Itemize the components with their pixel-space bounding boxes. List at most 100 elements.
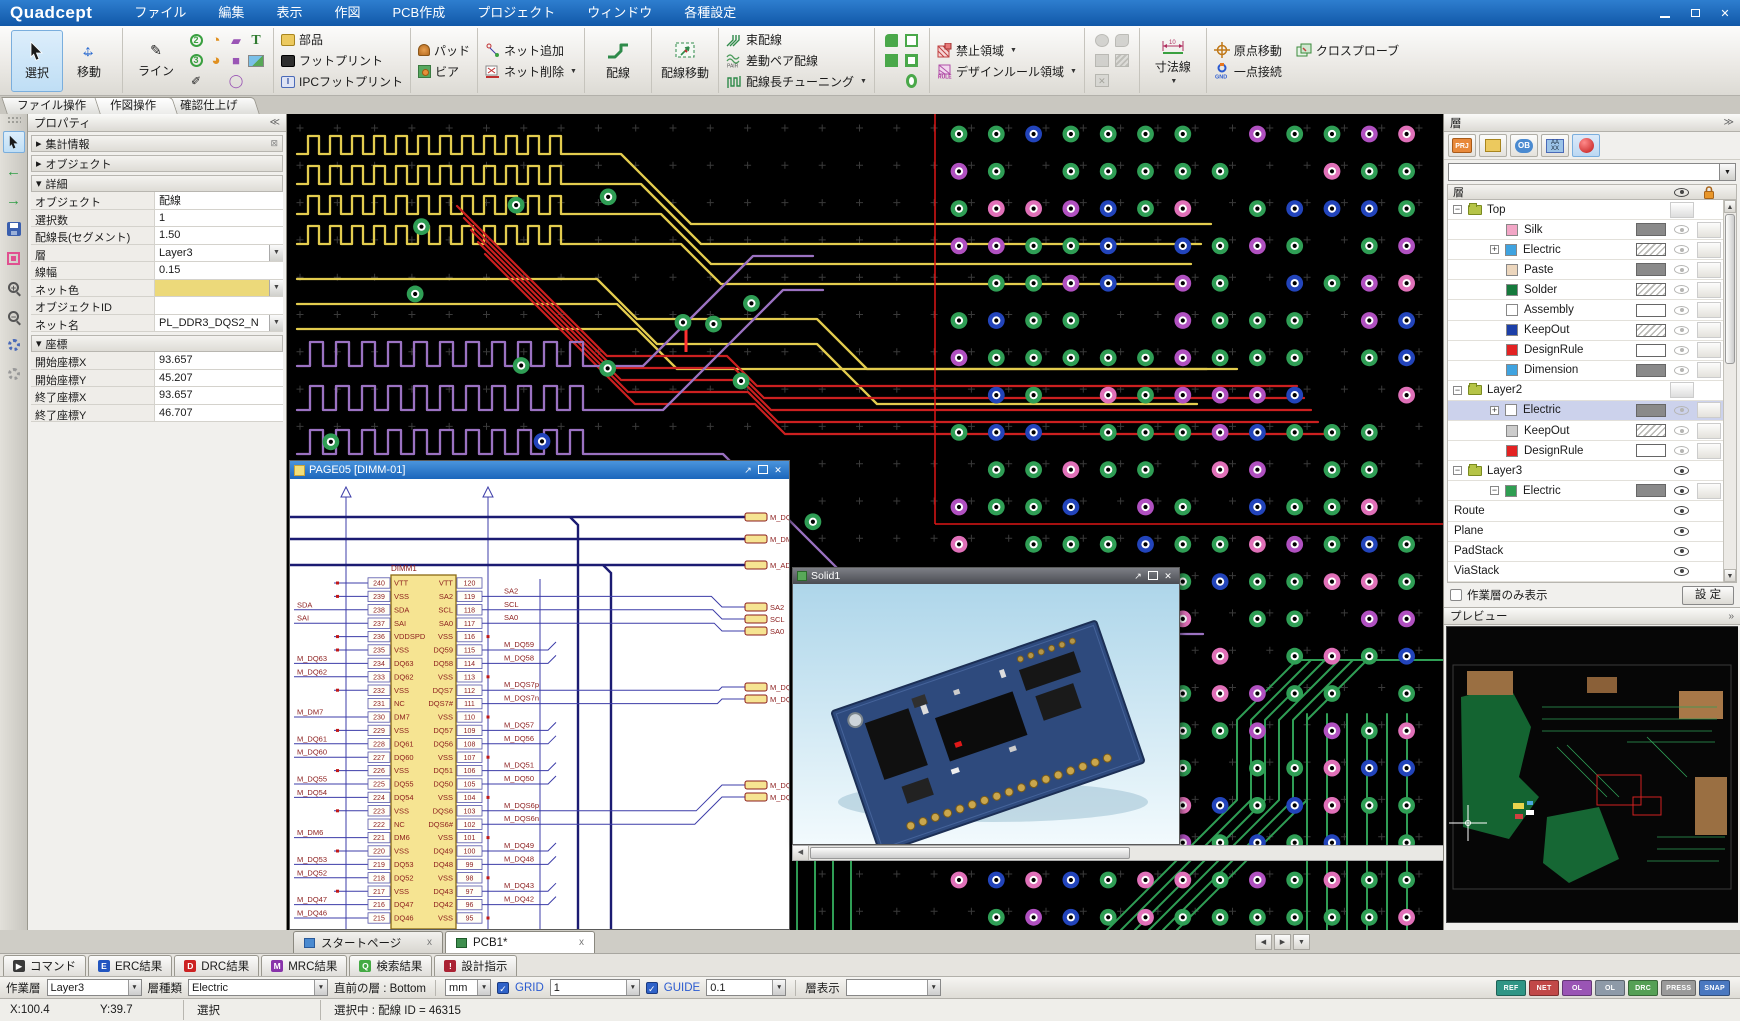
document-tab[interactable]: スタートページ x	[293, 931, 443, 953]
collapse-panel-icon[interactable]: ≪	[270, 117, 280, 128]
visibility-toggle[interactable]	[1668, 342, 1695, 359]
document-tab[interactable]: PCB1* x	[445, 931, 595, 953]
layer-row[interactable]: − Layer3	[1448, 461, 1736, 481]
property-value[interactable]: 0.15	[155, 262, 283, 279]
expander-icon[interactable]: −	[1453, 466, 1462, 475]
maximize-window-icon[interactable]	[1148, 571, 1158, 580]
expander-icon[interactable]: +	[1490, 245, 1499, 254]
filled-poly-icon[interactable]	[885, 34, 898, 47]
layer-row[interactable]: + Electric	[1448, 240, 1736, 260]
visibility-toggle[interactable]	[1668, 523, 1695, 540]
coord-value[interactable]: 46.707	[155, 405, 283, 422]
scroll-up-icon[interactable]: ▲	[1724, 200, 1736, 213]
zoom-in-button[interactable]: +	[3, 276, 25, 298]
expander-icon[interactable]: −	[1453, 205, 1462, 214]
close-tab-icon[interactable]: x	[579, 937, 584, 948]
visibility-toggle[interactable]	[1668, 442, 1695, 459]
keepout-button[interactable]: 禁止領域▼	[937, 40, 1077, 60]
fill-swatch[interactable]	[1636, 223, 1666, 236]
via-button[interactable]: ビア	[418, 61, 470, 81]
circle3-icon[interactable]: 3	[190, 54, 203, 67]
fill-swatch[interactable]	[1636, 484, 1666, 497]
coord-value[interactable]: 93.657	[155, 387, 283, 404]
drag-grip[interactable]	[7, 116, 21, 124]
ribbon-tab[interactable]: 確認仕上げ	[164, 97, 259, 114]
bundle-route-button[interactable]: 束配線	[726, 30, 867, 50]
guide-select[interactable]: 0.1▼	[706, 979, 786, 996]
output-tab[interactable]: Q 検索結果	[349, 955, 432, 976]
fill-swatch[interactable]	[1636, 243, 1666, 256]
lock-cell[interactable]	[1695, 262, 1722, 278]
visibility-toggle[interactable]	[1668, 563, 1695, 580]
maximize-window-icon[interactable]	[758, 465, 768, 474]
section-detail[interactable]: ▾ 詳細	[31, 175, 283, 192]
layer-row[interactable]: PadStack	[1448, 542, 1736, 562]
work-layer-only-checkbox[interactable]	[1450, 589, 1462, 601]
text-tool-icon[interactable]: T	[251, 33, 260, 49]
diff-pair-button[interactable]: PAIR 差動ペア配線	[726, 51, 867, 71]
fill-swatch[interactable]	[1636, 304, 1666, 317]
layer-row[interactable]: Paste	[1448, 260, 1736, 280]
coord-value[interactable]: 93.657	[155, 352, 283, 369]
layer-row[interactable]: Solder	[1448, 280, 1736, 300]
layer-row[interactable]: KeepOut	[1448, 321, 1736, 341]
output-tab[interactable]: ▶ コマンド	[3, 955, 86, 976]
parts-button[interactable]: 部品	[281, 30, 403, 50]
section-summary[interactable]: ▸ 集計情報⊠	[31, 135, 283, 152]
layer-view-button[interactable]	[1572, 134, 1600, 157]
menu-item[interactable]: PCB作成	[376, 0, 461, 26]
layer-row[interactable]: KeepOut	[1448, 421, 1736, 441]
close-window-icon[interactable]: ✕	[771, 464, 785, 476]
output-tab[interactable]: E ERC結果	[88, 955, 172, 976]
menu-item[interactable]: 表示	[260, 0, 318, 26]
section-coords[interactable]: ▾ 座標	[31, 335, 283, 352]
layer-row[interactable]: − Top	[1448, 200, 1736, 220]
layer-row[interactable]: DesignRule	[1448, 441, 1736, 461]
visibility-toggle[interactable]	[1668, 422, 1695, 439]
menu-item[interactable]: 各種設定	[668, 0, 752, 26]
menu-item[interactable]: 編集	[202, 0, 260, 26]
dropdown-icon[interactable]: ▼	[269, 245, 283, 262]
net-add-button[interactable]: ネット追加	[485, 40, 577, 60]
footprint-button[interactable]: フットプリント	[281, 51, 403, 71]
one-point-button[interactable]: GND 一点接続	[1214, 61, 1399, 81]
pcb-editor-canvas[interactable]: PAGE05 [DIMM-01] ↗ ✕ DIMM1240120VTTVTT23…	[287, 114, 1443, 930]
visibility-toggle[interactable]	[1668, 322, 1695, 339]
length-tuning-button[interactable]: 配線長チューニング▼	[726, 72, 867, 92]
schematic-title-bar[interactable]: PAGE05 [DIMM-01] ↗ ✕	[290, 461, 789, 479]
visibility-toggle[interactable]	[1668, 221, 1695, 238]
oval-icon[interactable]	[906, 74, 917, 88]
fill-swatch[interactable]	[1636, 324, 1666, 337]
lock-cell[interactable]	[1695, 483, 1722, 499]
display-toggle-button[interactable]: PRESS	[1661, 980, 1696, 996]
ellipse-icon[interactable]: ◯	[229, 73, 244, 89]
collapse-panel-icon[interactable]: ≫	[1724, 117, 1734, 128]
fill-swatch[interactable]	[1636, 283, 1666, 296]
output-tab[interactable]: D DRC結果	[174, 955, 259, 976]
fit-view-button[interactable]	[3, 247, 25, 269]
line-button[interactable]: ✎ ライン	[130, 30, 182, 92]
rect-icon[interactable]: ■	[232, 53, 240, 68]
visibility-toggle[interactable]	[1668, 502, 1695, 519]
layer-row[interactable]: DesignRule	[1448, 341, 1736, 361]
layer-row[interactable]: Route	[1448, 501, 1736, 521]
lock-cell[interactable]	[1695, 423, 1722, 439]
visibility-toggle[interactable]	[1668, 362, 1695, 379]
tab-scroll-left-icon[interactable]: ◀	[1255, 934, 1272, 950]
lock-cell[interactable]	[1695, 342, 1722, 358]
visibility-toggle[interactable]	[1668, 402, 1695, 419]
expander-icon[interactable]: +	[1490, 406, 1499, 415]
visibility-toggle[interactable]	[1668, 241, 1695, 258]
unit-select[interactable]: mm▼	[445, 979, 491, 996]
float-window-icon[interactable]: ↗	[1131, 570, 1145, 582]
output-tab[interactable]: ! 設計指示	[434, 955, 517, 976]
visibility-toggle[interactable]	[1668, 201, 1695, 218]
expander-icon[interactable]: −	[1453, 386, 1462, 395]
grid-select[interactable]: 1▼	[550, 979, 640, 996]
origin-move-button[interactable]: 原点移動	[1214, 40, 1282, 60]
net-delete-button[interactable]: ネット削除▼	[485, 61, 577, 81]
grid-checkbox[interactable]: ✓	[497, 982, 509, 994]
display-toggle-button[interactable]: SNAP	[1699, 980, 1730, 996]
pin-icon[interactable]: ⊠	[270, 138, 278, 149]
visibility-toggle[interactable]	[1668, 543, 1695, 560]
